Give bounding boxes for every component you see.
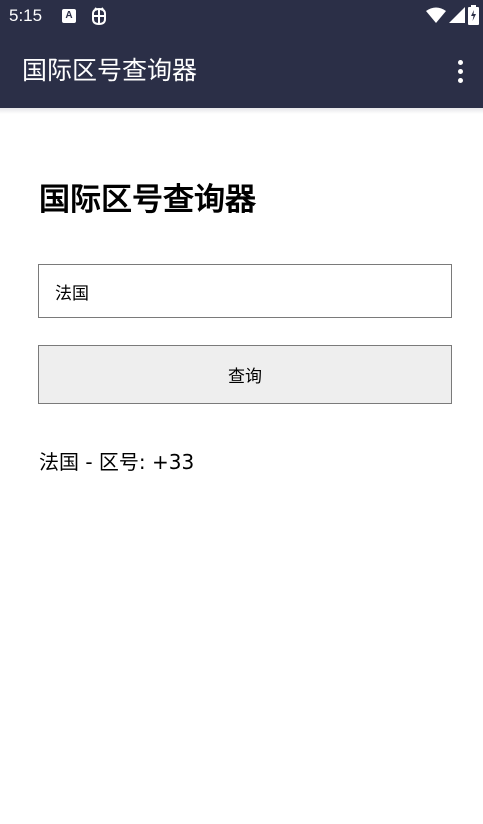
more-vert-icon-dot xyxy=(457,77,463,83)
signal-icon xyxy=(449,7,465,27)
wifi-icon xyxy=(426,7,446,27)
more-vert-icon-dot xyxy=(457,68,463,74)
country-input-field[interactable] xyxy=(38,264,452,318)
country-input[interactable] xyxy=(39,265,451,317)
battery-icon xyxy=(468,5,479,29)
app-screen: 5:15 A 国际区号查询器 国际区号查询器 法国 查询 法国 - 区号: +3… xyxy=(0,0,483,824)
status-bar: 5:15 A xyxy=(0,0,483,34)
result-text: 法国 - 区号: +33 xyxy=(39,450,195,474)
app-bar: 国际区号查询器 xyxy=(0,34,483,108)
page-title: 国际区号查询器 xyxy=(39,182,256,218)
app-bar-shadow xyxy=(0,108,483,114)
query-button[interactable]: 查询 xyxy=(38,345,452,404)
bug-notification-icon xyxy=(88,5,110,27)
status-icons xyxy=(426,5,479,29)
more-vert-icon xyxy=(457,59,463,65)
status-time: 5:15 xyxy=(9,6,43,25)
header: 5:15 A 国际区号查询器 xyxy=(0,0,483,108)
a-notification-icon: A xyxy=(62,9,76,23)
more-options-button[interactable] xyxy=(445,54,475,88)
app-title: 国际区号查询器 xyxy=(22,56,198,85)
